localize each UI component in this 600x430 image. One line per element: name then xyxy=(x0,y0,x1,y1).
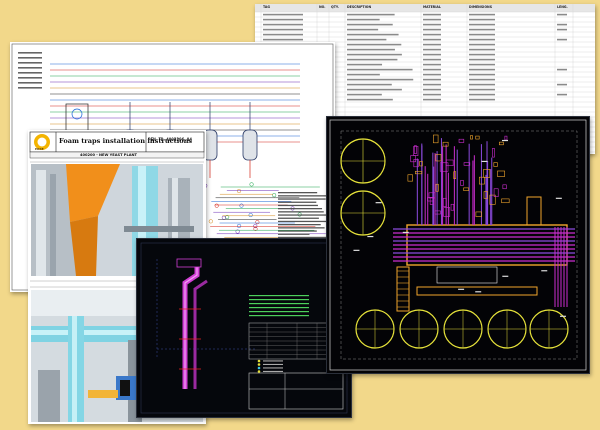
logo-text: ERRE xyxy=(35,147,44,151)
column-header-material: MATERIAL xyxy=(423,5,441,9)
column-header-length: LENG. xyxy=(557,5,568,9)
column-header-no: NO. xyxy=(319,5,326,9)
layout-art xyxy=(329,119,587,371)
column-header-tag: TAG xyxy=(263,5,271,9)
column-header-dimensions: DIMENSIONS xyxy=(469,5,493,9)
isometric-cad-drawing[interactable] xyxy=(136,238,352,418)
column-header-description: DESCRIPTION xyxy=(347,5,372,9)
plant-layout-cad[interactable] xyxy=(326,116,590,374)
document-subtitle: 400200 - NEW YEAST PLANT xyxy=(80,153,137,157)
spreadsheet-header: TAG NO. QTY. DESCRIPTION MATERIAL DIMENS… xyxy=(255,4,595,12)
column-header-qty: QTY. xyxy=(331,5,339,9)
document-id: PEN-TD-4003206.04 xyxy=(148,138,192,143)
isometric-art xyxy=(140,242,348,414)
